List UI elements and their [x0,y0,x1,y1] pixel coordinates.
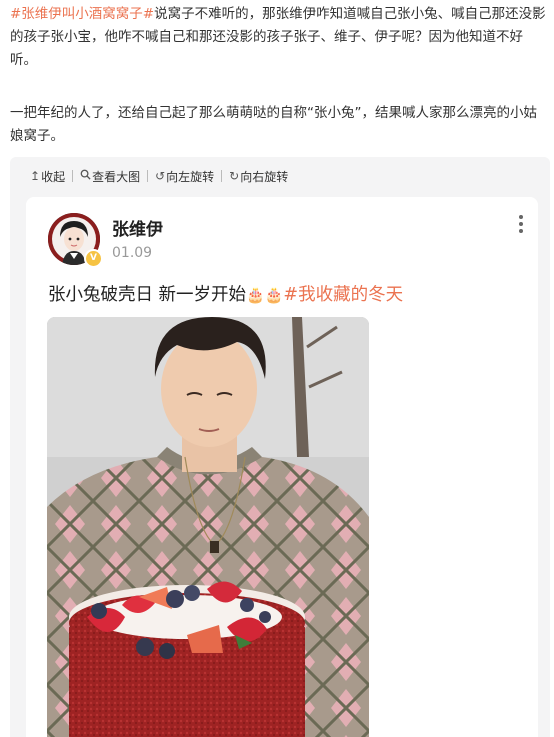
view-large-button[interactable]: 查看大图 [80,168,140,185]
post-photo[interactable] [47,317,369,737]
rotate-left-button[interactable]: ↺ 向左旋转 [155,168,214,185]
toolbar-divider [72,170,74,182]
image-toolbar: ↥ 收起 查看大图 ↺ 向左旋转 ↻ 向右旋转 [30,167,288,185]
image-viewer: ↥ 收起 查看大图 ↺ 向左旋转 ↻ 向右旋转 V 张维伊 01.09 张小兔破… [10,157,550,737]
rotate-right-icon: ↻ [229,169,240,183]
collapse-button[interactable]: ↥ 收起 [30,168,65,185]
rotate-right-button[interactable]: ↻ 向右旋转 [229,168,288,185]
post-hashtag-link[interactable]: #我收藏的冬天 [283,285,403,305]
hashtag-link[interactable]: #张维伊叫小酒窝窝子# [10,6,154,22]
article-paragraph-1: #张维伊叫小酒窝窝子#说窝子不难听的，那张维伊咋知道喊自己张小兔、喊自己那还没影… [10,3,546,72]
rotate-left-label: 向左旋转 [166,169,215,184]
birthday-photo-illustration [47,317,369,737]
rotate-left-icon: ↺ [155,169,166,183]
search-icon [80,169,91,183]
post-body: 张小兔破壳日 新一岁开始 [48,285,247,305]
toolbar-divider [147,170,149,182]
post-date: 01.09 [112,245,153,261]
view-large-label: 查看大图 [92,169,141,184]
more-options-icon[interactable] [514,213,528,235]
cake-emoji-icon: 🎂🎂 [246,286,284,304]
article-paragraph-2: 一把年纪的人了，还给自己起了那么萌萌哒的自称“张小兔”，结果喊人家那么漂亮的小姑… [10,105,537,144]
collapse-label: 收起 [41,169,66,184]
post-username[interactable]: 张维伊 [112,215,163,240]
rotate-right-label: 向右旋转 [240,169,289,184]
verified-badge-icon: V [84,249,103,268]
collapse-arrow-icon: ↥ [30,169,41,183]
toolbar-divider [221,170,223,182]
weibo-post-card: V 张维伊 01.09 张小兔破壳日 新一岁开始🎂🎂#我收藏的冬天 [26,197,538,737]
post-text: 张小兔破壳日 新一岁开始🎂🎂#我收藏的冬天 [48,281,403,306]
